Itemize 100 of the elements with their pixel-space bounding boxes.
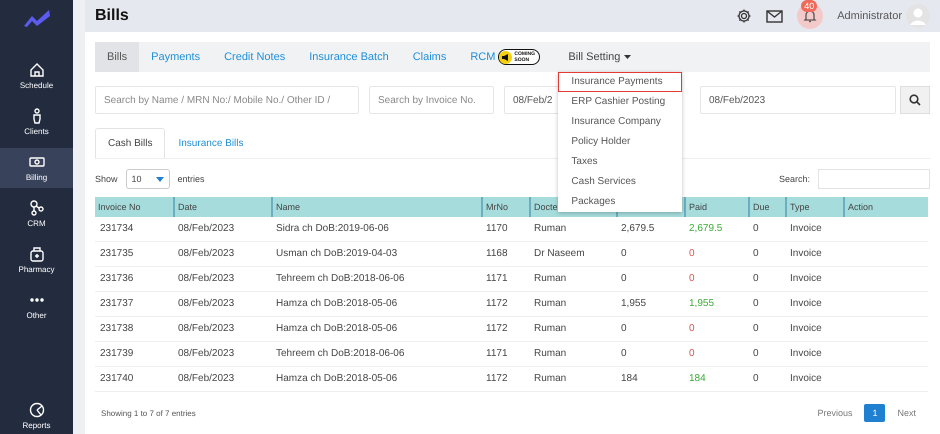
table-cell: Tehreem ch DoB:2018-06-06 [271, 267, 481, 292]
table-cell: Ruman [529, 292, 616, 317]
table-search-field[interactable] [818, 169, 930, 189]
table-cell: Ruman [529, 317, 616, 342]
menu-item[interactable]: Insurance Payments [558, 72, 682, 92]
sidebar-item[interactable]: Billing [0, 148, 73, 188]
table-cell: 08/Feb/2023 [173, 317, 271, 342]
table-cell: 1172 [481, 292, 529, 317]
table-cell: 08/Feb/2023 [173, 267, 271, 292]
table-cell: 0 [748, 242, 785, 267]
page-size-select[interactable]: 10 [126, 169, 170, 189]
table-cell: Invoice [785, 242, 843, 267]
user-name[interactable]: Administrator [837, 10, 902, 22]
table-cell: 1170 [481, 217, 529, 242]
column-header: Action [843, 197, 928, 217]
table-cell: 0 [616, 242, 684, 267]
settings-icon[interactable] [736, 8, 752, 24]
menu-item[interactable]: Insurance Company [558, 112, 682, 132]
table-cell: Sidra ch DoB:2019-06-06 [271, 217, 481, 242]
sidebar-item[interactable]: Clients [0, 102, 73, 142]
nodes-icon [28, 200, 44, 216]
table-cell: 0 [684, 267, 748, 292]
table-cell: Invoice [785, 317, 843, 342]
table-cell: 231738 [95, 317, 173, 342]
caret-icon [156, 176, 164, 182]
table-cell: 231734 [95, 217, 173, 242]
name-search-field[interactable]: Search by Name / MRN No:/ Mobile No./ Other ID / [95, 86, 359, 114]
menu-item[interactable]: ERP Cashier Posting [558, 92, 682, 112]
search-icon [909, 94, 921, 106]
table-cell: Hamza ch DoB:2018-05-06 [271, 367, 481, 392]
table-cell: Invoice [785, 292, 843, 317]
table-cell: 0 [748, 267, 785, 292]
table-cell: Hamza ch DoB:2018-05-06 [271, 317, 481, 342]
column-header: Invoice No [95, 197, 173, 217]
pagination-button[interactable]: 1 [864, 404, 886, 422]
table-cell: 231739 [95, 342, 173, 367]
invoice-search-field[interactable]: Search by Invoice No. [369, 86, 494, 114]
sidebar-item[interactable]: CRM [0, 194, 73, 234]
pagination-button[interactable]: Previous [809, 404, 860, 422]
bell-icon [803, 9, 818, 23]
menu-item[interactable]: Cash Services [558, 172, 682, 192]
date-to-field[interactable]: 08/Feb/2023 [700, 86, 896, 114]
table-cell: 08/Feb/2023 [173, 342, 271, 367]
table-cell: Usman ch DoB:2019-04-03 [271, 242, 481, 267]
table-cell: 0 [748, 317, 785, 342]
column-header: Name [271, 197, 481, 217]
tab[interactable]: Bills [95, 42, 140, 72]
table-cell: 0 [616, 267, 684, 292]
table-cell: Ruman [529, 267, 616, 292]
table-cell: 0 [684, 342, 748, 367]
house-icon [28, 62, 44, 78]
table-cell: 08/Feb/2023 [173, 217, 271, 242]
bills-tab[interactable]: Insurance Bills [165, 128, 256, 158]
table-cell: 0 [748, 217, 785, 242]
table-cell: Invoice [785, 367, 843, 392]
date-from-field[interactable]: 08/Feb/2 [504, 86, 560, 114]
column-header: Paid [684, 197, 748, 217]
table-cell: 231740 [95, 367, 173, 392]
pie-chart-icon [28, 402, 44, 418]
medical-kit-icon [28, 246, 44, 262]
table-cell: 231735 [95, 242, 173, 267]
table-cell: 0 [748, 292, 785, 317]
table-cell: 0 [748, 342, 785, 367]
bill-setting-tab[interactable]: Bill Setting [556, 42, 644, 72]
column-header: MrNo [481, 197, 529, 217]
mail-icon[interactable] [766, 10, 784, 22]
table-cell: Invoice [785, 267, 843, 292]
table-cell: 08/Feb/2023 [173, 292, 271, 317]
table-cell: 2,679.5 [684, 217, 748, 242]
menu-item[interactable]: Taxes [558, 152, 682, 172]
bills-tab[interactable]: Cash Bills [95, 128, 166, 158]
search-button[interactable] [900, 86, 930, 114]
menu-item[interactable]: Policy Holder [558, 132, 682, 152]
table-cell: Invoice [785, 217, 843, 242]
table-cell: Hamza ch DoB:2018-05-06 [271, 292, 481, 317]
table-cell: 08/Feb/2023 [173, 367, 271, 392]
pagination-button[interactable]: Next [889, 404, 924, 422]
logo-icon [22, 8, 52, 28]
entries-label: entries [178, 174, 205, 184]
sidebar-item[interactable]: Reports [0, 396, 73, 434]
table-cell: Ruman [529, 367, 616, 392]
table-cell: Tehreem ch DoB:2018-06-06 [271, 342, 481, 367]
sidebar-item[interactable]: Other [0, 286, 73, 326]
table-cell: 08/Feb/2023 [173, 242, 271, 267]
column-header: Due [748, 197, 785, 217]
table-cell: 1171 [481, 267, 529, 292]
table-cell: 1,955 [684, 292, 748, 317]
table-cell: 1172 [481, 317, 529, 342]
table-cell: 1171 [481, 342, 529, 367]
sidebar-item[interactable]: Pharmacy [0, 240, 73, 280]
search-label: Search: [778, 174, 810, 184]
sidebar-item[interactable]: Schedule [0, 56, 73, 96]
table-cell: Ruman [529, 342, 616, 367]
table-cell: Ruman [529, 217, 616, 242]
table-cell: Invoice [785, 342, 843, 367]
table-cell: 231736 [95, 267, 173, 292]
table-cell: 0 [616, 317, 684, 342]
table-cell: 0 [748, 367, 785, 392]
table-cell: 0 [684, 317, 748, 342]
table-cell: 1,955 [616, 292, 684, 317]
